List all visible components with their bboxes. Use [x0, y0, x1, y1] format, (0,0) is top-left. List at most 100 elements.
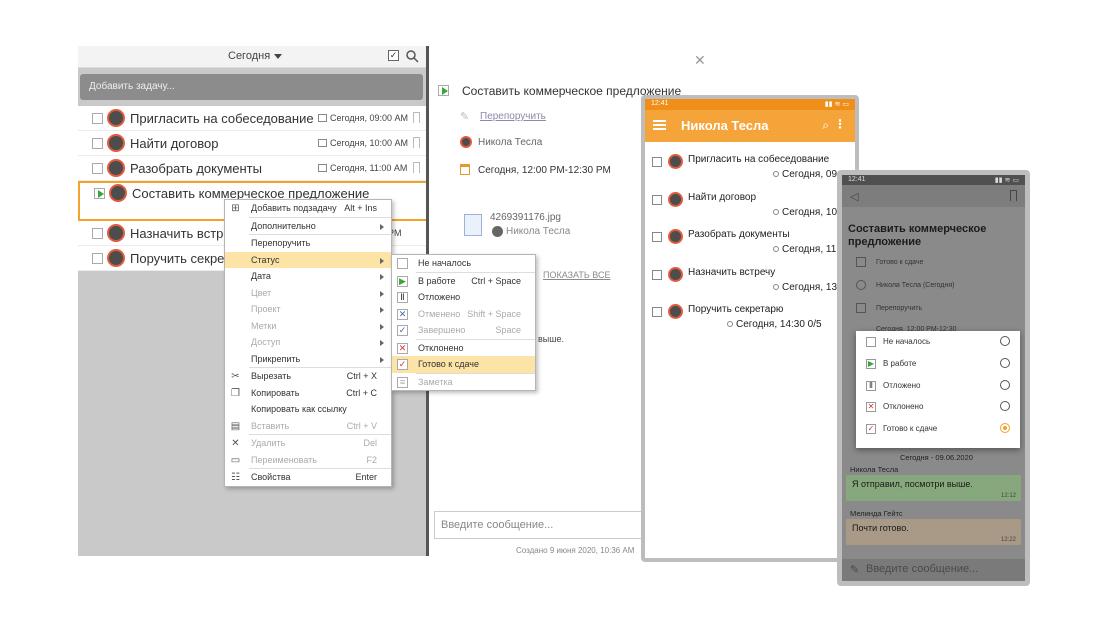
- task-checkbox[interactable]: [652, 157, 662, 167]
- chevron-right-icon: [380, 356, 384, 363]
- avatar: [107, 159, 125, 177]
- status-option-not-started[interactable]: Не началось: [856, 331, 1020, 353]
- task-checkbox[interactable]: [652, 232, 662, 242]
- paperclip-icon[interactable]: ✎: [850, 563, 859, 576]
- menu-item-status[interactable]: Статус: [225, 251, 391, 268]
- menu-item-shortcut: Shift + Space: [467, 308, 521, 319]
- search-icon[interactable]: ⌕: [822, 118, 829, 133]
- select-all-checkbox-icon[interactable]: ✓: [388, 50, 399, 61]
- menu-item-add-subtask[interactable]: ⊞ Добавить подзадачу Alt + Ins: [225, 200, 391, 217]
- menu-item-rename[interactable]: ▭ Переименовать F2: [225, 452, 391, 469]
- status-not-started[interactable]: Не началось: [392, 255, 535, 272]
- menu-item-cut[interactable]: ✂ Вырезать Ctrl + X: [225, 368, 391, 385]
- reassign-link[interactable]: Перепоручить: [480, 111, 546, 122]
- rejected-icon: ✕: [866, 402, 876, 413]
- status-postponed[interactable]: Ⅱ Отложено: [392, 289, 535, 306]
- task-row[interactable]: Пригласить на собеседование Сегодня, 09:…: [78, 106, 428, 131]
- menu-item-delete[interactable]: ✕ Удалить Del: [225, 435, 391, 452]
- task-date-text: Сегодня, 11:: [782, 244, 840, 255]
- status-in-progress[interactable]: ▶ В работе Ctrl + Space: [392, 273, 535, 290]
- menu-item-copy-link[interactable]: Копировать как ссылку: [225, 401, 391, 418]
- menu-item-access[interactable]: Доступ: [225, 334, 391, 351]
- bookmark-icon[interactable]: [413, 162, 420, 173]
- status-ready[interactable]: ✓ Готово к сдаче: [392, 356, 535, 373]
- search-icon[interactable]: [405, 49, 419, 63]
- task-checkbox[interactable]: [92, 253, 103, 264]
- show-all-link[interactable]: ПОКАЗАТЬ ВСЕ: [543, 270, 610, 280]
- status-option-in-progress[interactable]: ▶ В работе: [856, 353, 1020, 375]
- bookmark-icon[interactable]: [1010, 190, 1017, 201]
- list-item[interactable]: Поручить секретарю Сегодня, 14:30 0/5: [645, 296, 855, 334]
- task-checkbox[interactable]: [92, 228, 103, 239]
- more-vert-icon[interactable]: ⋮: [834, 117, 846, 131]
- attachment-name[interactable]: 4269391176.jpg: [490, 212, 561, 223]
- close-icon[interactable]: ✕: [694, 52, 706, 69]
- bookmark-icon[interactable]: [413, 137, 420, 148]
- date-filter-dropdown[interactable]: Сегодня: [228, 50, 283, 62]
- status-completed[interactable]: ✓ Завершено Space: [392, 322, 535, 339]
- bookmark-icon[interactable]: [413, 112, 420, 123]
- menu-item-shortcut: Space: [495, 325, 521, 335]
- image-file-icon[interactable]: [464, 214, 482, 236]
- message-bubble[interactable]: Я отправил, посмотри выше. 12:12: [846, 475, 1021, 501]
- list-item[interactable]: Пригласить на собеседование Сегодня, 09:…: [645, 146, 855, 184]
- avatar: [668, 154, 683, 169]
- status-canceled[interactable]: ✕ Отменено Shift + Space: [392, 306, 535, 323]
- task-checkbox[interactable]: [652, 269, 662, 280]
- menu-item-reassign[interactable]: Перепоручить: [225, 235, 391, 252]
- task-date-text: Сегодня, 10:: [782, 206, 840, 218]
- phone-reassign-row[interactable]: Перепоручить: [876, 305, 922, 312]
- in-progress-status-icon[interactable]: [438, 85, 449, 96]
- message-input[interactable]: Введите сообщение...: [842, 559, 1025, 581]
- status-option-ready[interactable]: ✓ Готово к сдаче: [856, 418, 1020, 440]
- menu-item-project[interactable]: Проект: [225, 301, 391, 318]
- detail-date[interactable]: Сегодня, 12:00 PM-12:30 PM: [478, 165, 611, 176]
- radio-button[interactable]: [1000, 357, 1010, 368]
- menu-item-paste[interactable]: ▤ Вставить Ctrl + V: [225, 418, 391, 435]
- task-checkbox[interactable]: [92, 113, 103, 124]
- task-checkbox[interactable]: [92, 138, 103, 149]
- task-row[interactable]: Найти договор Сегодня, 10:00 AM: [78, 131, 428, 156]
- status-note[interactable]: ≡ Заметка: [392, 374, 535, 391]
- created-timestamp: Создано 9 июня 2020, 10:36 AM: [516, 546, 635, 555]
- message-input[interactable]: Введите сообщение...: [434, 511, 644, 539]
- radio-button-selected[interactable]: [1000, 423, 1010, 434]
- menu-item-color[interactable]: Цвет: [225, 285, 391, 302]
- paperclip-icon: ✎: [460, 111, 470, 123]
- back-arrow-icon[interactable]: ◁: [850, 190, 858, 203]
- message-bubble[interactable]: Почти готово. 12:22: [846, 519, 1021, 545]
- message-time: 12:12: [1000, 493, 1016, 499]
- task-checkbox[interactable]: [652, 194, 662, 205]
- status-rejected[interactable]: ✕ Отклонено: [392, 340, 535, 357]
- list-item[interactable]: Назначить встречу Сегодня, 13:: [645, 259, 855, 297]
- menu-item-tags[interactable]: Метки: [225, 318, 391, 335]
- menu-item-properties[interactable]: ☷ Свойства Enter: [225, 469, 391, 486]
- play-icon: ▶: [866, 358, 876, 369]
- task-checkbox[interactable]: [92, 163, 103, 174]
- list-item[interactable]: Разобрать документы Сегодня, 11:: [645, 221, 855, 259]
- radio-button[interactable]: [1000, 401, 1010, 412]
- status-picker-dialog: Не началось ▶ В работе Ⅱ Отложено ✕ Отклоне…: [856, 331, 1020, 448]
- menu-item-label: Вырезать: [251, 371, 292, 381]
- menu-item-date[interactable]: Дата: [225, 268, 391, 285]
- task-date: Сегодня, 10:: [773, 207, 840, 218]
- task-row[interactable]: Разобрать документы Сегодня, 11:00 AM: [78, 156, 428, 181]
- phone-app-title: Никола Тесла: [681, 118, 769, 133]
- menu-item-more[interactable]: Дополнительно: [225, 218, 391, 235]
- menu-item-copy[interactable]: ❐ Копировать Ctrl + C: [225, 385, 391, 402]
- hamburger-menu-icon[interactable]: [653, 120, 666, 130]
- phone-task-list: 12:41 ▮▮ ≋ ▭ Никола Тесла ⌕ ⋮ Пригласить …: [641, 95, 859, 562]
- status-option-postponed[interactable]: Ⅱ Отложено: [856, 375, 1020, 397]
- in-progress-status-icon[interactable]: [94, 188, 105, 199]
- assignee-name[interactable]: Никола Тесла: [478, 137, 542, 148]
- menu-item-attach[interactable]: Прикрепить: [225, 351, 391, 368]
- status-option-rejected[interactable]: ✕ Отклонено: [856, 396, 1020, 418]
- add-task-input[interactable]: Добавить задачу...: [80, 74, 423, 100]
- radio-button[interactable]: [1000, 379, 1010, 390]
- list-item[interactable]: Найти договор Сегодня, 10:: [645, 184, 855, 222]
- menu-item-label: Заметка: [418, 376, 453, 387]
- phone-status-row[interactable]: Готово к сдаче: [876, 259, 923, 266]
- radio-button[interactable]: [1000, 336, 1010, 346]
- task-checkbox[interactable]: [652, 307, 662, 317]
- phone-assignee-row[interactable]: Никола Тесла (Сегодня): [876, 282, 954, 289]
